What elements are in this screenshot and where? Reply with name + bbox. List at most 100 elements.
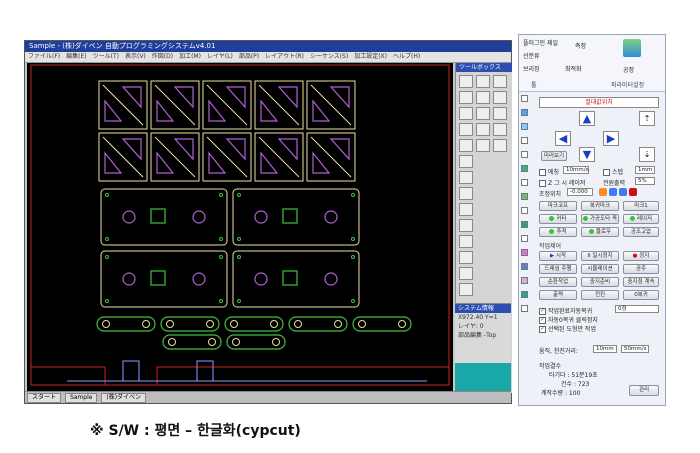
simulation-button[interactable]: 시뮬레이션 bbox=[581, 264, 619, 274]
taskbar-item[interactable]: (株)ダイベン bbox=[101, 393, 147, 403]
tool-button[interactable] bbox=[493, 123, 507, 136]
layer-swatch[interactable] bbox=[521, 263, 528, 270]
menu-item[interactable]: 表示(V) bbox=[122, 52, 149, 62]
layer-swatch[interactable] bbox=[521, 221, 528, 228]
tool-button[interactable] bbox=[459, 171, 473, 184]
adjust-step-button[interactable] bbox=[619, 188, 627, 196]
menu-item[interactable]: シーケンス(S) bbox=[307, 52, 351, 62]
layer-swatch[interactable] bbox=[521, 277, 528, 284]
measure-button[interactable]: 측정 bbox=[575, 41, 586, 50]
stop-prepare-button[interactable]: 중지준비 bbox=[581, 277, 619, 287]
tool-button[interactable] bbox=[459, 123, 473, 136]
mark-current-button[interactable]: 마크코프 bbox=[539, 201, 577, 211]
job-option-checkbox[interactable]: ✓ bbox=[539, 317, 546, 324]
tool-button[interactable] bbox=[476, 75, 490, 88]
jog-down-button[interactable]: ▼ bbox=[579, 147, 595, 162]
high-pressure-button[interactable]: 공조고압 bbox=[623, 227, 659, 237]
start-button[interactable]: スタート bbox=[27, 393, 62, 403]
pause-job-button[interactable]: II 일시정지 bbox=[581, 251, 619, 261]
cad-canvas[interactable] bbox=[27, 63, 453, 394]
tool-button[interactable] bbox=[493, 75, 507, 88]
etch-speed-field[interactable]: 10mm/s bbox=[563, 166, 589, 174]
goto-origin-button[interactable]: 가공도타 즉 bbox=[581, 214, 619, 224]
tool-button[interactable] bbox=[493, 107, 507, 120]
mirror-button[interactable]: 미러보기 bbox=[541, 151, 567, 161]
tool-button[interactable] bbox=[459, 107, 473, 120]
menu-item[interactable]: 編集(E) bbox=[63, 52, 89, 62]
jog-left-button[interactable]: ◀ bbox=[555, 131, 571, 146]
layer-swatch[interactable] bbox=[521, 137, 528, 144]
layer-swatch[interactable] bbox=[521, 179, 528, 186]
dry-run-button[interactable]: 공주 bbox=[623, 264, 659, 274]
z-laser-checkbox[interactable] bbox=[539, 180, 546, 187]
tool-button[interactable] bbox=[459, 91, 473, 104]
job-option[interactable]: ✓ 작업완료자동복귀 bbox=[539, 306, 592, 315]
mode-select[interactable]: 절대값위치 bbox=[539, 97, 659, 108]
optimize-button[interactable]: 최적화 bbox=[565, 64, 582, 73]
etch-option[interactable]: 에칭 bbox=[539, 167, 559, 176]
jog-up-button[interactable]: ▲ bbox=[579, 111, 595, 126]
job-option-checkbox[interactable]: ✓ bbox=[539, 326, 546, 333]
power-field[interactable]: 5% bbox=[635, 177, 655, 185]
z-laser-option[interactable]: Z 그 시 레이저 bbox=[539, 178, 585, 187]
loop-job-button[interactable]: 순환작업 bbox=[539, 277, 577, 287]
output-button[interactable]: 출력 bbox=[539, 290, 577, 300]
tool-button[interactable] bbox=[459, 251, 473, 264]
etch-checkbox[interactable] bbox=[539, 169, 546, 176]
tool-button[interactable] bbox=[459, 139, 473, 152]
job-option[interactable]: ✓ 선택된 도형만 작업 bbox=[539, 324, 596, 333]
cutter-button[interactable]: 커터 bbox=[539, 214, 577, 224]
tool-button[interactable] bbox=[476, 107, 490, 120]
tool-button[interactable] bbox=[459, 267, 473, 280]
tool-button[interactable] bbox=[459, 219, 473, 232]
return-point-select[interactable]: 0점 bbox=[615, 305, 659, 313]
laser-button[interactable]: 레이저 bbox=[623, 214, 659, 224]
layer-swatch[interactable] bbox=[521, 151, 528, 158]
start-job-button[interactable]: ▶ 시작 bbox=[539, 251, 577, 261]
adjust-step-button[interactable] bbox=[629, 188, 637, 196]
z-up-button[interactable]: ⇡ bbox=[639, 111, 655, 126]
menu-item[interactable]: 作図(D) bbox=[149, 52, 176, 62]
tool-button[interactable] bbox=[459, 187, 473, 200]
menu-item[interactable]: 加工(M) bbox=[176, 52, 204, 62]
tool-button[interactable] bbox=[459, 75, 473, 88]
move-speed-field[interactable]: 50mm/s bbox=[621, 345, 649, 353]
jog-right-button[interactable]: ▶ bbox=[603, 131, 619, 146]
adjust-step-button[interactable] bbox=[599, 188, 607, 196]
tool-button[interactable] bbox=[493, 139, 507, 152]
bridging-button[interactable]: 브리징 bbox=[523, 64, 540, 73]
layer-swatch[interactable] bbox=[521, 235, 528, 242]
menu-item[interactable]: ファイル(F) bbox=[25, 52, 63, 62]
step-option[interactable]: 스텝 bbox=[603, 167, 623, 176]
frame-run-button[interactable]: 드레임 주행 bbox=[539, 264, 577, 274]
taskbar-item[interactable]: Sample bbox=[64, 393, 98, 403]
adjust-position-field[interactable]: -0.000 bbox=[567, 188, 593, 196]
manage-button[interactable]: 관리 bbox=[629, 385, 659, 396]
mark1-select[interactable]: 마크1 bbox=[623, 201, 659, 211]
layer-swatch[interactable] bbox=[521, 109, 528, 116]
track-button[interactable]: 추적 bbox=[539, 227, 577, 237]
tool-button[interactable] bbox=[459, 155, 473, 168]
stop-job-button[interactable]: ● 정지 bbox=[623, 251, 659, 261]
layer-swatch[interactable] bbox=[521, 193, 528, 200]
classify-button[interactable]: 선분류 bbox=[523, 51, 540, 60]
tool-button[interactable] bbox=[476, 91, 490, 104]
adjust-step-button[interactable] bbox=[609, 188, 617, 196]
mark-return-button[interactable]: 복귀마크 bbox=[581, 201, 619, 211]
tool-button[interactable] bbox=[476, 139, 490, 152]
return-zero-button[interactable]: 0복귀 bbox=[623, 290, 659, 300]
move-distance-field[interactable]: 10mm bbox=[593, 345, 617, 353]
menu-item[interactable]: レイヤ(L) bbox=[204, 52, 236, 62]
menu-item[interactable]: 部品(P) bbox=[236, 52, 262, 62]
layer-swatch[interactable] bbox=[521, 305, 528, 312]
layer-swatch[interactable] bbox=[521, 249, 528, 256]
tool-button[interactable] bbox=[459, 203, 473, 216]
tool-button[interactable] bbox=[476, 123, 490, 136]
tool-button[interactable] bbox=[459, 283, 473, 296]
layer-swatch[interactable] bbox=[521, 165, 528, 172]
z-down-button[interactable]: ⇣ bbox=[639, 147, 655, 162]
layer-swatch[interactable] bbox=[521, 207, 528, 214]
forward-button[interactable]: 전진 bbox=[581, 290, 619, 300]
layer-swatch[interactable] bbox=[521, 95, 528, 102]
step-field[interactable]: 1mm bbox=[635, 166, 655, 174]
